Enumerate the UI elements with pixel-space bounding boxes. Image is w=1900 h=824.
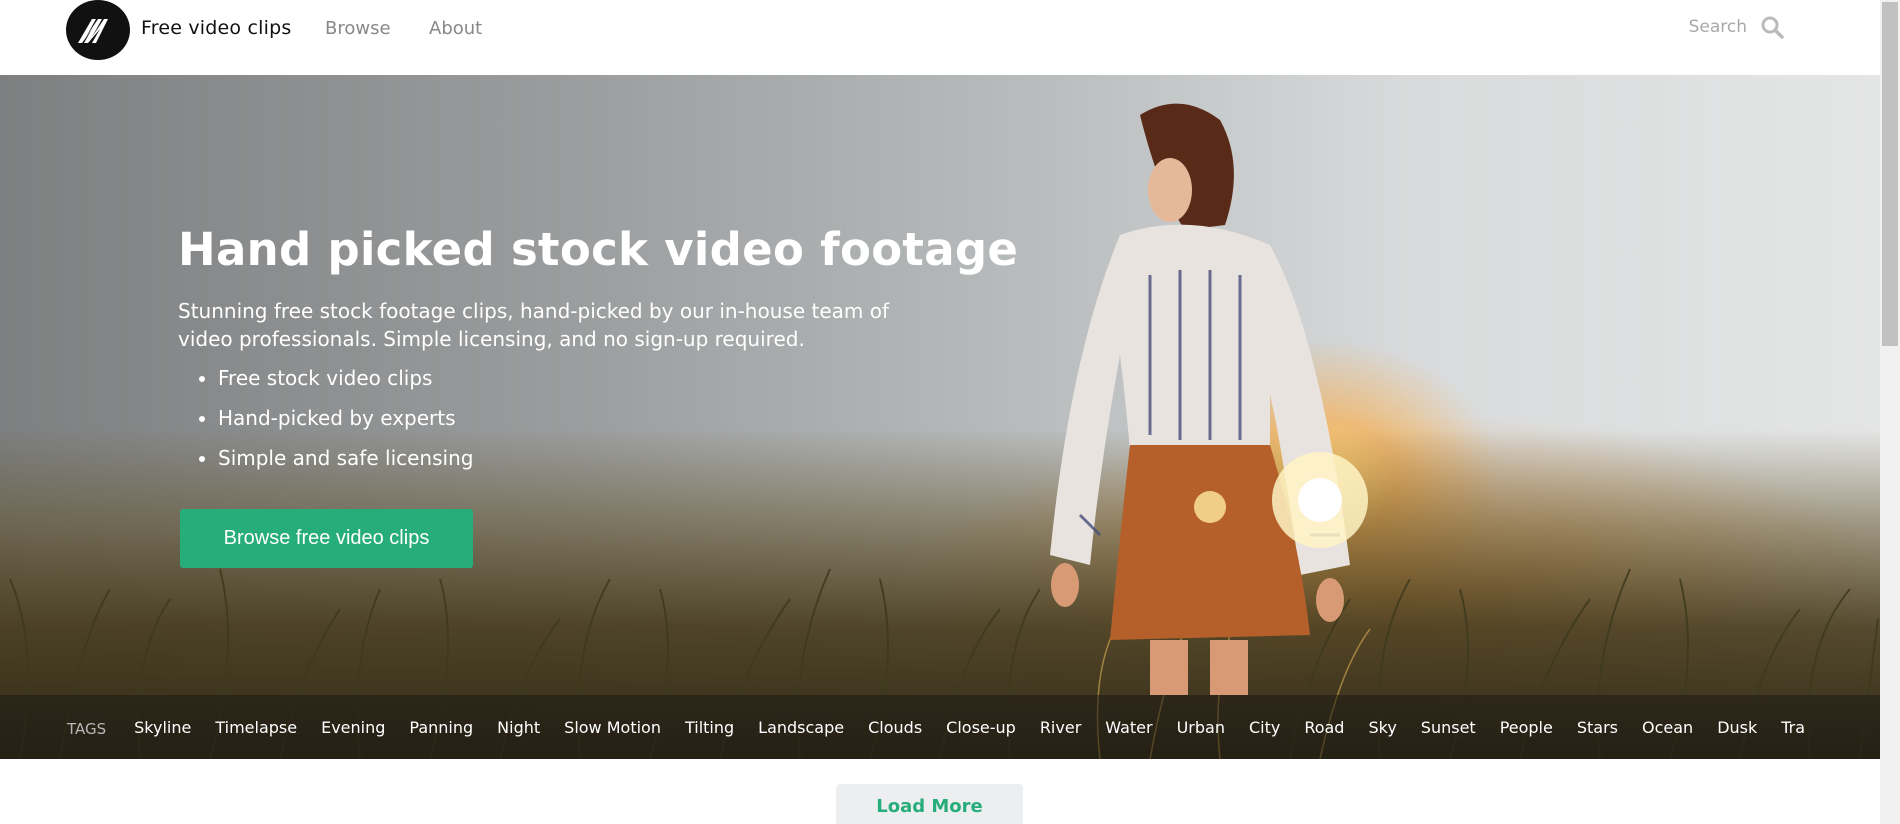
tag-river[interactable]: River [1040,718,1081,737]
tag-panning[interactable]: Panning [409,718,473,737]
tag-sky[interactable]: Sky [1368,718,1396,737]
tag-truncated[interactable]: Tra [1781,718,1805,737]
scrollbar-thumb[interactable] [1882,2,1898,346]
tag-ocean[interactable]: Ocean [1642,718,1693,737]
tag-water[interactable]: Water [1105,718,1152,737]
tag-close-up[interactable]: Close-up [946,718,1016,737]
feature-item: Free stock video clips [218,358,473,398]
hero-feature-list: Free stock video clips Hand-picked by ex… [178,358,473,478]
tag-city[interactable]: City [1249,718,1280,737]
tag-sunset[interactable]: Sunset [1421,718,1476,737]
tags-label: TAGS [67,720,107,738]
page: Free video clips Browse About Search Han… [0,0,1900,824]
tag-timelapse[interactable]: Timelapse [215,718,297,737]
hero-banner: Hand picked stock video footage Stunning… [0,75,1880,759]
nav-browse[interactable]: Browse [325,18,391,39]
mixkit-logo-icon [78,19,108,43]
tag-tilting[interactable]: Tilting [685,718,734,737]
tag-people[interactable]: People [1500,718,1553,737]
tag-night[interactable]: Night [497,718,540,737]
browse-clips-button[interactable]: Browse free video clips [180,509,473,568]
tag-road[interactable]: Road [1304,718,1344,737]
nav-about[interactable]: About [429,18,482,39]
tag-landscape[interactable]: Landscape [758,718,844,737]
feature-item: Hand-picked by experts [218,398,473,438]
load-more-button[interactable]: Load More [836,784,1023,824]
logo[interactable] [66,0,130,60]
tag-slow-motion[interactable]: Slow Motion [564,718,661,737]
search-box [1679,14,1785,40]
hero-description: Stunning free stock footage clips, hand-… [178,299,889,351]
tag-dusk[interactable]: Dusk [1717,718,1757,737]
tag-urban[interactable]: Urban [1177,718,1225,737]
page-scrollbar[interactable] [1880,0,1900,824]
hero-woman-illustration [1050,103,1368,695]
brand-link[interactable]: Free video clips [141,17,291,39]
tag-evening[interactable]: Evening [321,718,385,737]
search-icon[interactable] [1759,14,1785,40]
hero-title: Hand picked stock video footage [178,223,1019,276]
tag-clouds[interactable]: Clouds [868,718,922,737]
feature-item: Simple and safe licensing [218,438,473,478]
site-header: Free video clips Browse About [0,0,1880,75]
tags-bar: TAGS Skyline Timelapse Evening Panning N… [0,695,1880,759]
search-input[interactable] [1679,17,1747,37]
tag-skyline[interactable]: Skyline [134,718,191,737]
tag-stars[interactable]: Stars [1577,718,1618,737]
